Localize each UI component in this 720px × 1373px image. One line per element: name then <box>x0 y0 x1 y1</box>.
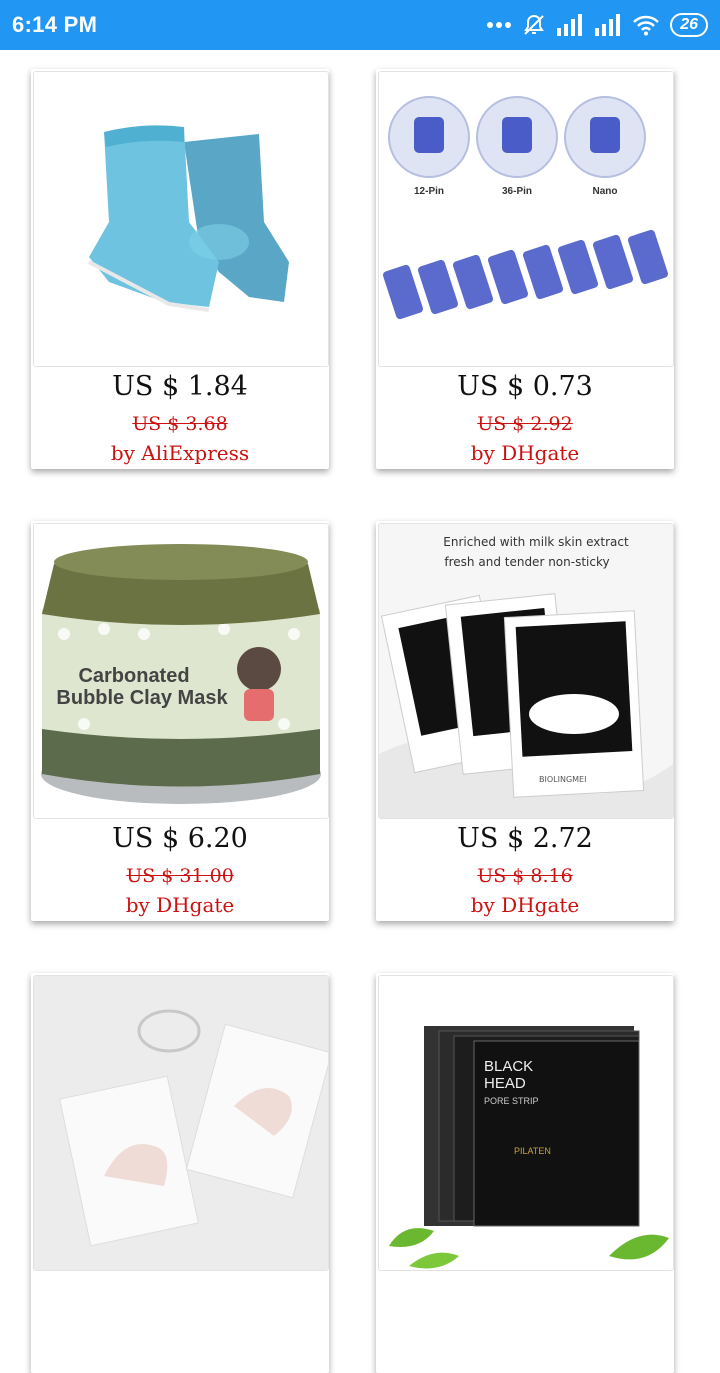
pore-strips-image: BLACK HEAD PORE STRIP PILATEN <box>379 976 673 1270</box>
product-card[interactable]: US $ 1.84 US $ 3.68 by AliExpress <box>31 69 329 469</box>
product-card[interactable]: Carbonated Bubble Clay Mask US $ 6.20 US… <box>31 521 329 921</box>
signal-icon <box>557 14 583 36</box>
status-icons: 26 <box>486 12 708 38</box>
milk-brand: BIOLINGMEI <box>539 775 586 784</box>
product-old-price: US $ 8.16 <box>477 865 573 887</box>
product-image[interactable] <box>33 975 329 1271</box>
product-price: US $ 6.20 <box>112 823 248 854</box>
jar-line-2: Bubble Clay Mask <box>56 687 228 709</box>
pin-label-12: 12-Pin <box>414 186 444 197</box>
product-image[interactable] <box>33 71 329 367</box>
milk-mask-image: Enriched with milk skin extract fresh an… <box>379 524 673 818</box>
product-price: US $ 0.73 <box>457 371 593 402</box>
muted-bell-icon <box>524 14 545 35</box>
product-seller[interactable]: by DHgate <box>31 893 329 917</box>
strip-line-1: BLACK <box>484 1058 533 1075</box>
product-seller[interactable]: by AliExpress <box>31 441 329 465</box>
strip-line-3: PORE STRIP <box>484 1096 539 1106</box>
pin-label-36: 36-Pin <box>502 186 532 197</box>
product-card[interactable]: 12-Pin 36-Pin Nano US $ 0.73 US $ 2.92 b… <box>376 69 674 469</box>
product-old-price: US $ 31.00 <box>126 865 234 887</box>
more-dots-icon <box>487 22 512 28</box>
pin-label-nano: Nano <box>593 186 618 197</box>
product-old-price: US $ 2.92 <box>477 413 573 435</box>
product-grid: US $ 1.84 US $ 3.68 by AliExpress 12-Pin… <box>0 50 720 1373</box>
product-price: US $ 2.72 <box>457 823 593 854</box>
product-price: US $ 1.84 <box>112 371 248 402</box>
product-seller[interactable]: by DHgate <box>376 441 674 465</box>
wifi-icon <box>633 15 660 36</box>
product-card[interactable]: BLACK HEAD PORE STRIP PILATEN <box>376 973 674 1373</box>
jar-line-1: Carbonated <box>78 665 189 687</box>
milk-line-2: fresh and tender non-sticky <box>444 555 609 569</box>
battery-indicator: 26 <box>670 13 708 37</box>
product-image[interactable]: 12-Pin 36-Pin Nano <box>378 71 674 367</box>
status-time: 6:14 PM <box>12 12 98 37</box>
strip-brand: PILATEN <box>514 1146 551 1156</box>
clay-mask-jar-image: Carbonated Bubble Clay Mask <box>34 524 328 818</box>
needle-cartridges-image: 12-Pin 36-Pin Nano <box>379 72 673 366</box>
product-image[interactable]: Enriched with milk skin extract fresh an… <box>378 523 674 819</box>
product-card[interactable] <box>31 973 329 1373</box>
milk-line-1: Enriched with milk skin extract <box>443 535 629 549</box>
product-image[interactable]: Carbonated Bubble Clay Mask <box>33 523 329 819</box>
product-old-price: US $ 3.68 <box>132 413 228 435</box>
signal-icon-2 <box>595 14 621 36</box>
socks-image <box>34 72 328 366</box>
product-image[interactable]: BLACK HEAD PORE STRIP PILATEN <box>378 975 674 1271</box>
strip-line-2: HEAD <box>484 1075 526 1092</box>
status-bar: 6:14 PM 26 <box>0 0 720 50</box>
hand-mask-image <box>34 976 328 1270</box>
product-seller[interactable]: by DHgate <box>376 893 674 917</box>
product-card[interactable]: Enriched with milk skin extract fresh an… <box>376 521 674 921</box>
